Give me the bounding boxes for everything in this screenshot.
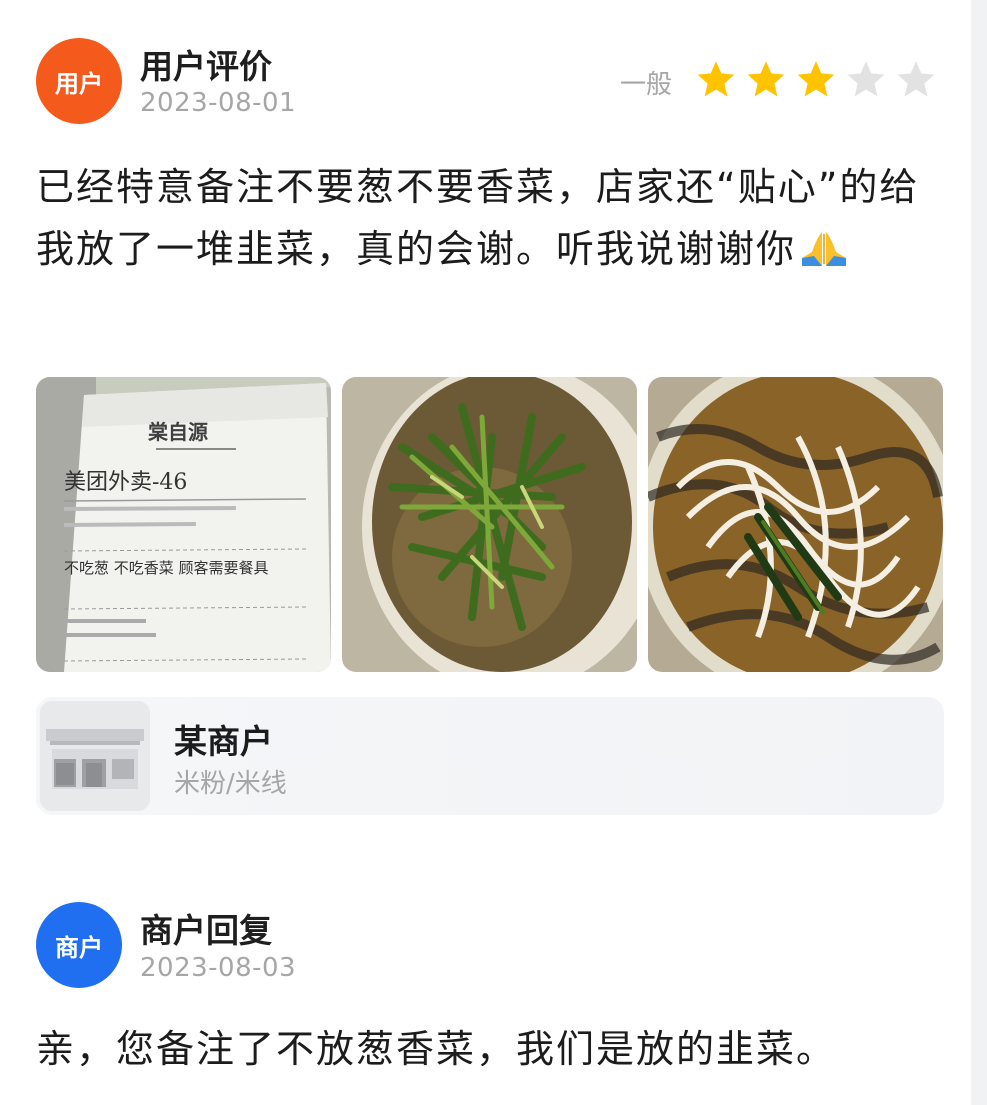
star-filled-icon — [797, 61, 835, 97]
receipt-header-text: 棠自源 — [147, 420, 208, 444]
review-text-content: 已经特意备注不要葱不要香菜，店家还“贴心”的给我放了一堆韭菜，真的会谢。听我说谢… — [36, 165, 920, 271]
receipt-order-text: 美团外卖-46 — [64, 470, 187, 495]
receipt-notes-text: 不吃葱 不吃香菜 顾客需要餐具 — [64, 559, 269, 577]
star-empty-icon — [897, 61, 935, 97]
scrollbar-track[interactable] — [971, 0, 987, 1105]
reply-user-name: 商户回复 — [140, 911, 272, 950]
soup-photo[interactable] — [342, 377, 637, 672]
star-empty-icon — [847, 61, 885, 97]
noodle-photo[interactable] — [648, 377, 943, 672]
reply-text: 亲，您备注了不放葱香菜，我们是放的韭菜。 — [36, 1027, 837, 1071]
star-filled-icon — [697, 61, 735, 97]
reply-avatar[interactable]: 商户 — [36, 902, 122, 988]
review-date: 2023-08-01 — [140, 88, 297, 118]
receipt-photo[interactable]: 棠自源 美团外卖-46 不吃葱 不吃香菜 顾客需要餐具 — [36, 377, 331, 672]
rating-label: 一般 — [620, 70, 673, 100]
review-user-name[interactable]: 用户评价 — [140, 40, 272, 88]
star-filled-icon — [747, 61, 785, 97]
reply-date: 2023-08-03 — [140, 953, 297, 983]
reply-avatar-label: 商户 — [55, 933, 103, 962]
review-text: 已经特意备注不要葱不要香菜，店家还“贴心”的给我放了一堆韭菜，真的会谢。听我说谢… — [36, 156, 946, 280]
merchant-card[interactable]: 某商户 米粉/米线 — [36, 697, 944, 815]
pray-emoji-icon — [802, 232, 847, 266]
review-avatar-label: 用户 — [55, 69, 103, 98]
merchant-name: 某商户 — [174, 722, 273, 761]
shop-icon — [40, 701, 150, 811]
star-rating — [694, 58, 938, 102]
review-avatar[interactable]: 用户 — [36, 38, 122, 124]
merchant-category: 米粉/米线 — [174, 769, 287, 799]
